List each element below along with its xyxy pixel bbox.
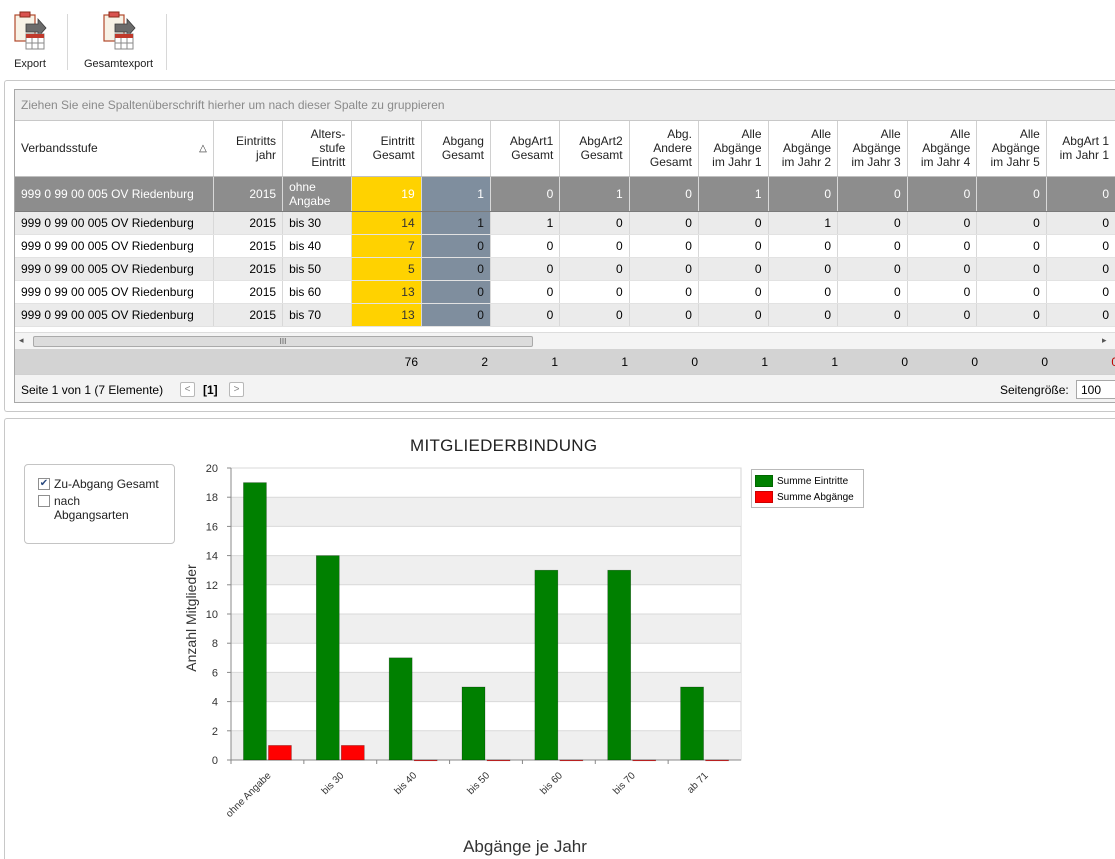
y-tick-label: 18 xyxy=(206,492,218,504)
bar-summe-abgaenge xyxy=(268,745,292,761)
x-tick-label: ohne Angabe xyxy=(224,770,274,820)
x-tick-label: bis 30 xyxy=(320,770,347,797)
bar-summe-abgaenge xyxy=(413,759,438,762)
bar-summe-eintritte xyxy=(243,482,267,761)
y-tick-label: 4 xyxy=(212,697,218,709)
bar-summe-eintritte xyxy=(607,569,632,761)
x-tick-label: bis 50 xyxy=(465,770,492,797)
y-tick-label: 14 xyxy=(206,551,218,563)
x-tick-label: bis 60 xyxy=(538,770,565,797)
bar-summe-abgaenge xyxy=(340,745,365,761)
grid-band xyxy=(231,497,741,527)
y-axis-label: Anzahl Mitglieder xyxy=(183,564,199,672)
grid-band xyxy=(231,672,741,702)
bar-summe-eintritte xyxy=(388,657,413,761)
legend-item: Summe Abgänge xyxy=(755,489,860,505)
y-tick-label: 2 xyxy=(212,726,218,738)
y-tick-label: 0 xyxy=(212,755,218,767)
legend-label: Summe Eintritte xyxy=(777,475,849,487)
grid-band xyxy=(231,730,741,760)
y-tick-label: 6 xyxy=(212,667,218,679)
bar-summe-abgaenge xyxy=(632,759,657,762)
bar-summe-abgaenge xyxy=(486,759,511,762)
legend-swatch xyxy=(755,475,773,487)
grid-band xyxy=(231,555,741,585)
bar-summe-abgaenge xyxy=(705,759,729,762)
y-tick-label: 16 xyxy=(206,521,218,533)
x-tick-label: ab 71 xyxy=(685,770,711,796)
chart-legend: Summe Eintritte Summe Abgänge xyxy=(751,469,864,508)
y-tick-label: 12 xyxy=(206,580,218,592)
y-tick-label: 8 xyxy=(212,638,218,650)
bar-chart: 0 2 4 6 8 10 12 14 16 18 20 ohne Angabe bis 30 bis 40… xyxy=(183,463,742,856)
bar-summe-eintritte xyxy=(680,686,704,761)
legend-item: Summe Eintritte xyxy=(755,473,860,489)
y-tick-label: 10 xyxy=(206,609,218,621)
x-tick-label: bis 40 xyxy=(393,770,420,797)
legend-label: Summe Abgänge xyxy=(777,491,854,503)
x-tick-label: bis 70 xyxy=(611,770,638,797)
legend-swatch xyxy=(755,491,773,503)
bar-summe-eintritte xyxy=(461,686,486,761)
grid-band xyxy=(231,614,741,644)
bar-summe-eintritte xyxy=(315,555,340,761)
bar-summe-eintritte xyxy=(534,569,559,761)
bar-summe-abgaenge xyxy=(559,759,584,762)
x-axis-label: Abgänge je Jahr xyxy=(463,837,587,856)
y-tick-label: 20 xyxy=(206,463,218,475)
